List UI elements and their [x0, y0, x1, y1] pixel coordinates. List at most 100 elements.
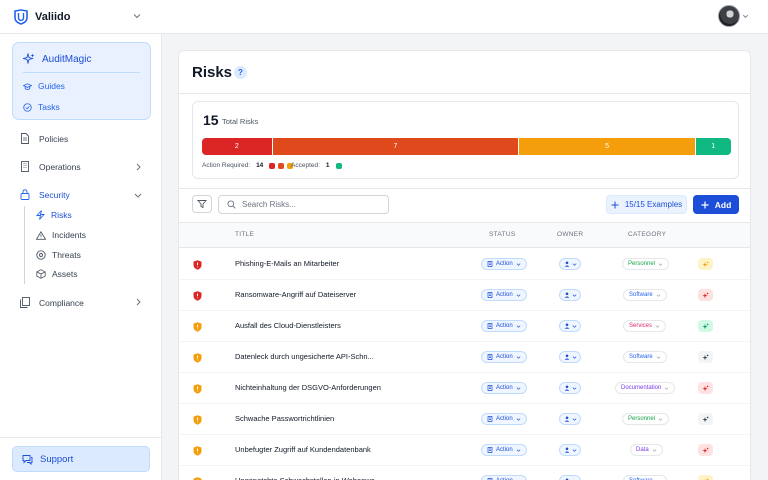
status-dropdown[interactable]: Action — [481, 413, 527, 425]
sidebar-item-threats[interactable]: Threats — [36, 250, 81, 260]
ai-assist-button[interactable] — [698, 258, 713, 270]
risk-title[interactable]: Unbefugter Zugriff auf Kundendatenbank — [235, 445, 371, 454]
status-label: Action — [496, 385, 513, 391]
risk-title[interactable]: Nichteinhaltung der DSGVO-Anforderungen — [235, 383, 381, 392]
filter-button[interactable] — [192, 195, 212, 213]
shield-severity-icon — [193, 291, 202, 301]
divider — [23, 72, 140, 73]
status-dropdown[interactable]: Action — [481, 382, 527, 394]
chat-icon — [22, 454, 33, 465]
sidebar-item-risks[interactable]: Risks — [36, 210, 72, 220]
sidebar-item-incidents[interactable]: Incidents — [36, 230, 86, 240]
category-dropdown[interactable]: Personnel — [622, 258, 670, 270]
sidebar-item-policies[interactable]: Policies — [20, 133, 68, 144]
chevron-down-icon — [655, 324, 660, 328]
table-row[interactable]: Ransomware-Angriff auf Dateiserver Action… — [179, 280, 750, 311]
category-dropdown[interactable]: Personnel — [622, 413, 670, 425]
category-dropdown[interactable]: Data — [630, 444, 663, 456]
owner-dropdown[interactable] — [559, 382, 581, 394]
legend-value: 14 — [256, 162, 264, 169]
status-dropdown[interactable]: Action — [481, 444, 527, 456]
table-row[interactable]: Ausfall des Cloud-Dienstleisters Action Se… — [179, 311, 750, 342]
sidebar-item-assets[interactable]: Assets — [36, 269, 78, 279]
category-dropdown[interactable]: Software — [623, 475, 667, 480]
status-label: Action — [496, 416, 513, 422]
risk-title[interactable]: Ungepatchte Schwachstellen in Webanwe... — [235, 476, 381, 480]
sidebar-item-compliance[interactable]: Compliance — [20, 297, 84, 308]
column-status[interactable]: STATUS — [489, 231, 515, 238]
status-dropdown[interactable]: Action — [481, 289, 527, 301]
action-icon — [487, 416, 493, 422]
risk-title[interactable]: Ausfall des Cloud-Dienstleisters — [235, 321, 341, 330]
chevron-down-icon — [656, 293, 661, 297]
legend-accepted: Accepted: 1 — [291, 162, 342, 169]
user-icon — [564, 292, 569, 298]
category-dropdown[interactable]: Software — [623, 351, 667, 363]
chevron-down-icon[interactable] — [134, 191, 142, 199]
chevron-right-icon[interactable] — [134, 298, 142, 306]
table-row[interactable]: Phishing-E-Mails an Mitarbeiter Action Per… — [179, 249, 750, 280]
owner-dropdown[interactable] — [559, 444, 581, 456]
auditmagic-title[interactable]: AuditMagic — [23, 53, 91, 65]
status-label: Action — [496, 261, 513, 267]
risk-title[interactable]: Phishing-E-Mails an Mitarbeiter — [235, 259, 339, 268]
owner-dropdown[interactable] — [559, 413, 581, 425]
table-row[interactable]: Datenleck durch ungesicherte API-Schn...… — [179, 342, 750, 373]
risk-title[interactable]: Datenleck durch ungesicherte API-Schn... — [235, 352, 374, 361]
owner-dropdown[interactable] — [559, 351, 581, 363]
examples-button[interactable]: 15/15 Examples — [606, 195, 687, 214]
table-row[interactable]: Ungepatchte Schwachstellen in Webanwe...… — [179, 466, 750, 480]
table-row[interactable]: Nichteinhaltung der DSGVO-Anforderungen A… — [179, 373, 750, 404]
chevron-down-icon[interactable] — [742, 13, 749, 20]
sparkles-icon — [702, 416, 709, 422]
column-title[interactable]: TITLE — [235, 231, 254, 238]
category-dropdown[interactable]: Documentation — [615, 382, 676, 394]
avatar[interactable] — [718, 5, 740, 27]
ai-assist-button[interactable] — [698, 382, 713, 394]
action-icon — [487, 385, 493, 391]
sidebar-item-security[interactable]: Security — [20, 189, 70, 200]
category-dropdown[interactable]: Services — [623, 320, 667, 332]
chevron-down-icon — [516, 386, 521, 390]
shield-severity-icon — [193, 260, 202, 270]
column-owner[interactable]: OWNER — [557, 231, 583, 238]
sidebar-item-guides[interactable]: Guides — [23, 81, 65, 91]
status-dropdown[interactable]: Action — [481, 258, 527, 270]
help-icon[interactable]: ? — [234, 66, 247, 79]
sidebar-item-tasks[interactable]: Tasks — [23, 102, 60, 112]
chevron-right-icon[interactable] — [134, 163, 142, 171]
column-category[interactable]: CATEGORY — [628, 231, 666, 238]
owner-dropdown[interactable] — [559, 475, 581, 480]
ai-assist-button[interactable] — [698, 320, 713, 332]
sidebar-item-operations[interactable]: Operations — [20, 161, 81, 172]
search-box[interactable] — [218, 195, 389, 214]
add-button[interactable]: Add — [693, 195, 739, 214]
ai-assist-button[interactable] — [698, 413, 713, 425]
total-risks-label: Total Risks — [222, 117, 259, 126]
status-dropdown[interactable]: Action — [481, 475, 527, 480]
status-dropdown[interactable]: Action — [481, 320, 527, 332]
ai-assist-button[interactable] — [698, 444, 713, 456]
sparkles-icon — [702, 323, 709, 329]
ai-assist-button[interactable] — [698, 475, 713, 480]
ai-assist-button[interactable] — [698, 351, 713, 363]
search-input[interactable] — [242, 200, 382, 209]
ai-assist-button[interactable] — [698, 289, 713, 301]
owner-dropdown[interactable] — [559, 320, 581, 332]
category-dropdown[interactable]: Software — [623, 289, 667, 301]
plus-icon — [611, 201, 619, 208]
document-icon — [21, 133, 29, 144]
chevron-down-icon — [658, 262, 663, 266]
chevron-down-icon[interactable] — [132, 11, 142, 21]
support-button[interactable]: Support — [12, 446, 150, 472]
risk-title[interactable]: Ransomware-Angriff auf Dateiserver — [235, 290, 356, 299]
risk-title[interactable]: Schwache Passwortrichtlinien — [235, 414, 334, 423]
brand[interactable]: Valiido — [13, 8, 70, 25]
table-row[interactable]: Schwache Passwortrichtlinien Action Person… — [179, 404, 750, 435]
status-dropdown[interactable]: Action — [481, 351, 527, 363]
risk-summary: 15 Total Risks 2751 Action Required: 14 … — [192, 101, 739, 179]
owner-dropdown[interactable] — [559, 289, 581, 301]
table-row[interactable]: Unbefugter Zugriff auf Kundendatenbank Ac… — [179, 435, 750, 466]
check-circle-icon — [23, 102, 32, 112]
owner-dropdown[interactable] — [559, 258, 581, 270]
